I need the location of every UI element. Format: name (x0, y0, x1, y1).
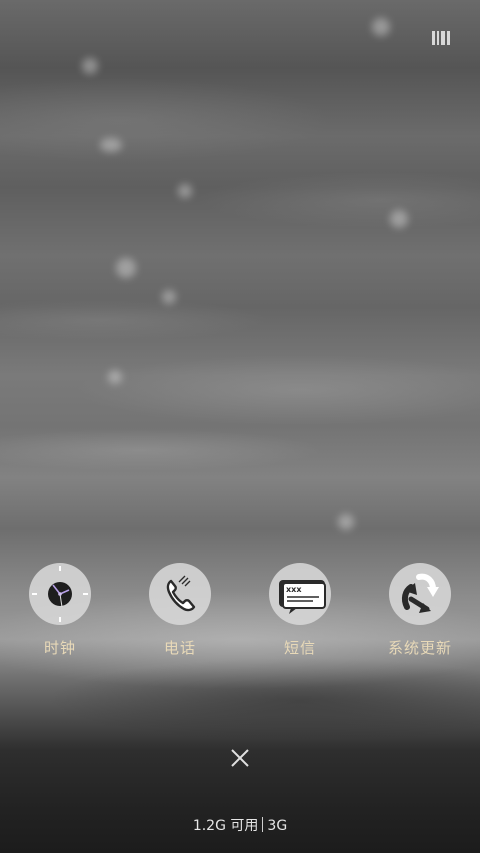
memory-total: 3G (267, 818, 288, 834)
recent-app-messages[interactable]: xxx 短信 (240, 563, 360, 658)
system-update-icon[interactable] (389, 563, 451, 625)
wallpaper-snowflake (116, 258, 136, 278)
app-label-messages: 短信 (283, 639, 316, 657)
blurred-wallpaper (0, 0, 480, 853)
wallpaper-snowflake (390, 210, 408, 228)
memory-available: 1.2G 可用 (192, 818, 259, 834)
message-icon-text: xxx (286, 585, 302, 594)
wallpaper-snowflake (100, 138, 122, 152)
recent-app-clock[interactable]: 时钟 (0, 563, 120, 658)
app-label-phone: 电话 (163, 639, 196, 657)
memory-separator (262, 817, 264, 832)
wallpaper-snowflake (178, 184, 192, 198)
wallpaper-snowflake (82, 58, 98, 74)
app-label-system-update: 系统更新 (387, 639, 452, 657)
phone-icon[interactable] (149, 563, 211, 625)
close-recents-icon[interactable] (228, 746, 252, 770)
recent-app-phone[interactable]: 电话 (120, 563, 240, 658)
memory-status: 1.2G 可用 3G (0, 815, 480, 835)
clear-all-icon[interactable] (432, 31, 450, 45)
app-label-clock: 时钟 (43, 639, 76, 657)
wallpaper-snowflake (372, 18, 390, 36)
wallpaper-snowflake (338, 514, 354, 530)
wallpaper-snowflake (162, 290, 176, 304)
message-icon[interactable]: xxx (269, 563, 331, 625)
wallpaper-snowflake (108, 370, 122, 384)
recent-apps-screen: 时钟 电话 xxx 短信 系统更新 1.2G 可用 3G (0, 0, 480, 853)
recent-app-system-update[interactable]: 系统更新 (360, 563, 480, 658)
clock-icon[interactable] (29, 563, 91, 625)
